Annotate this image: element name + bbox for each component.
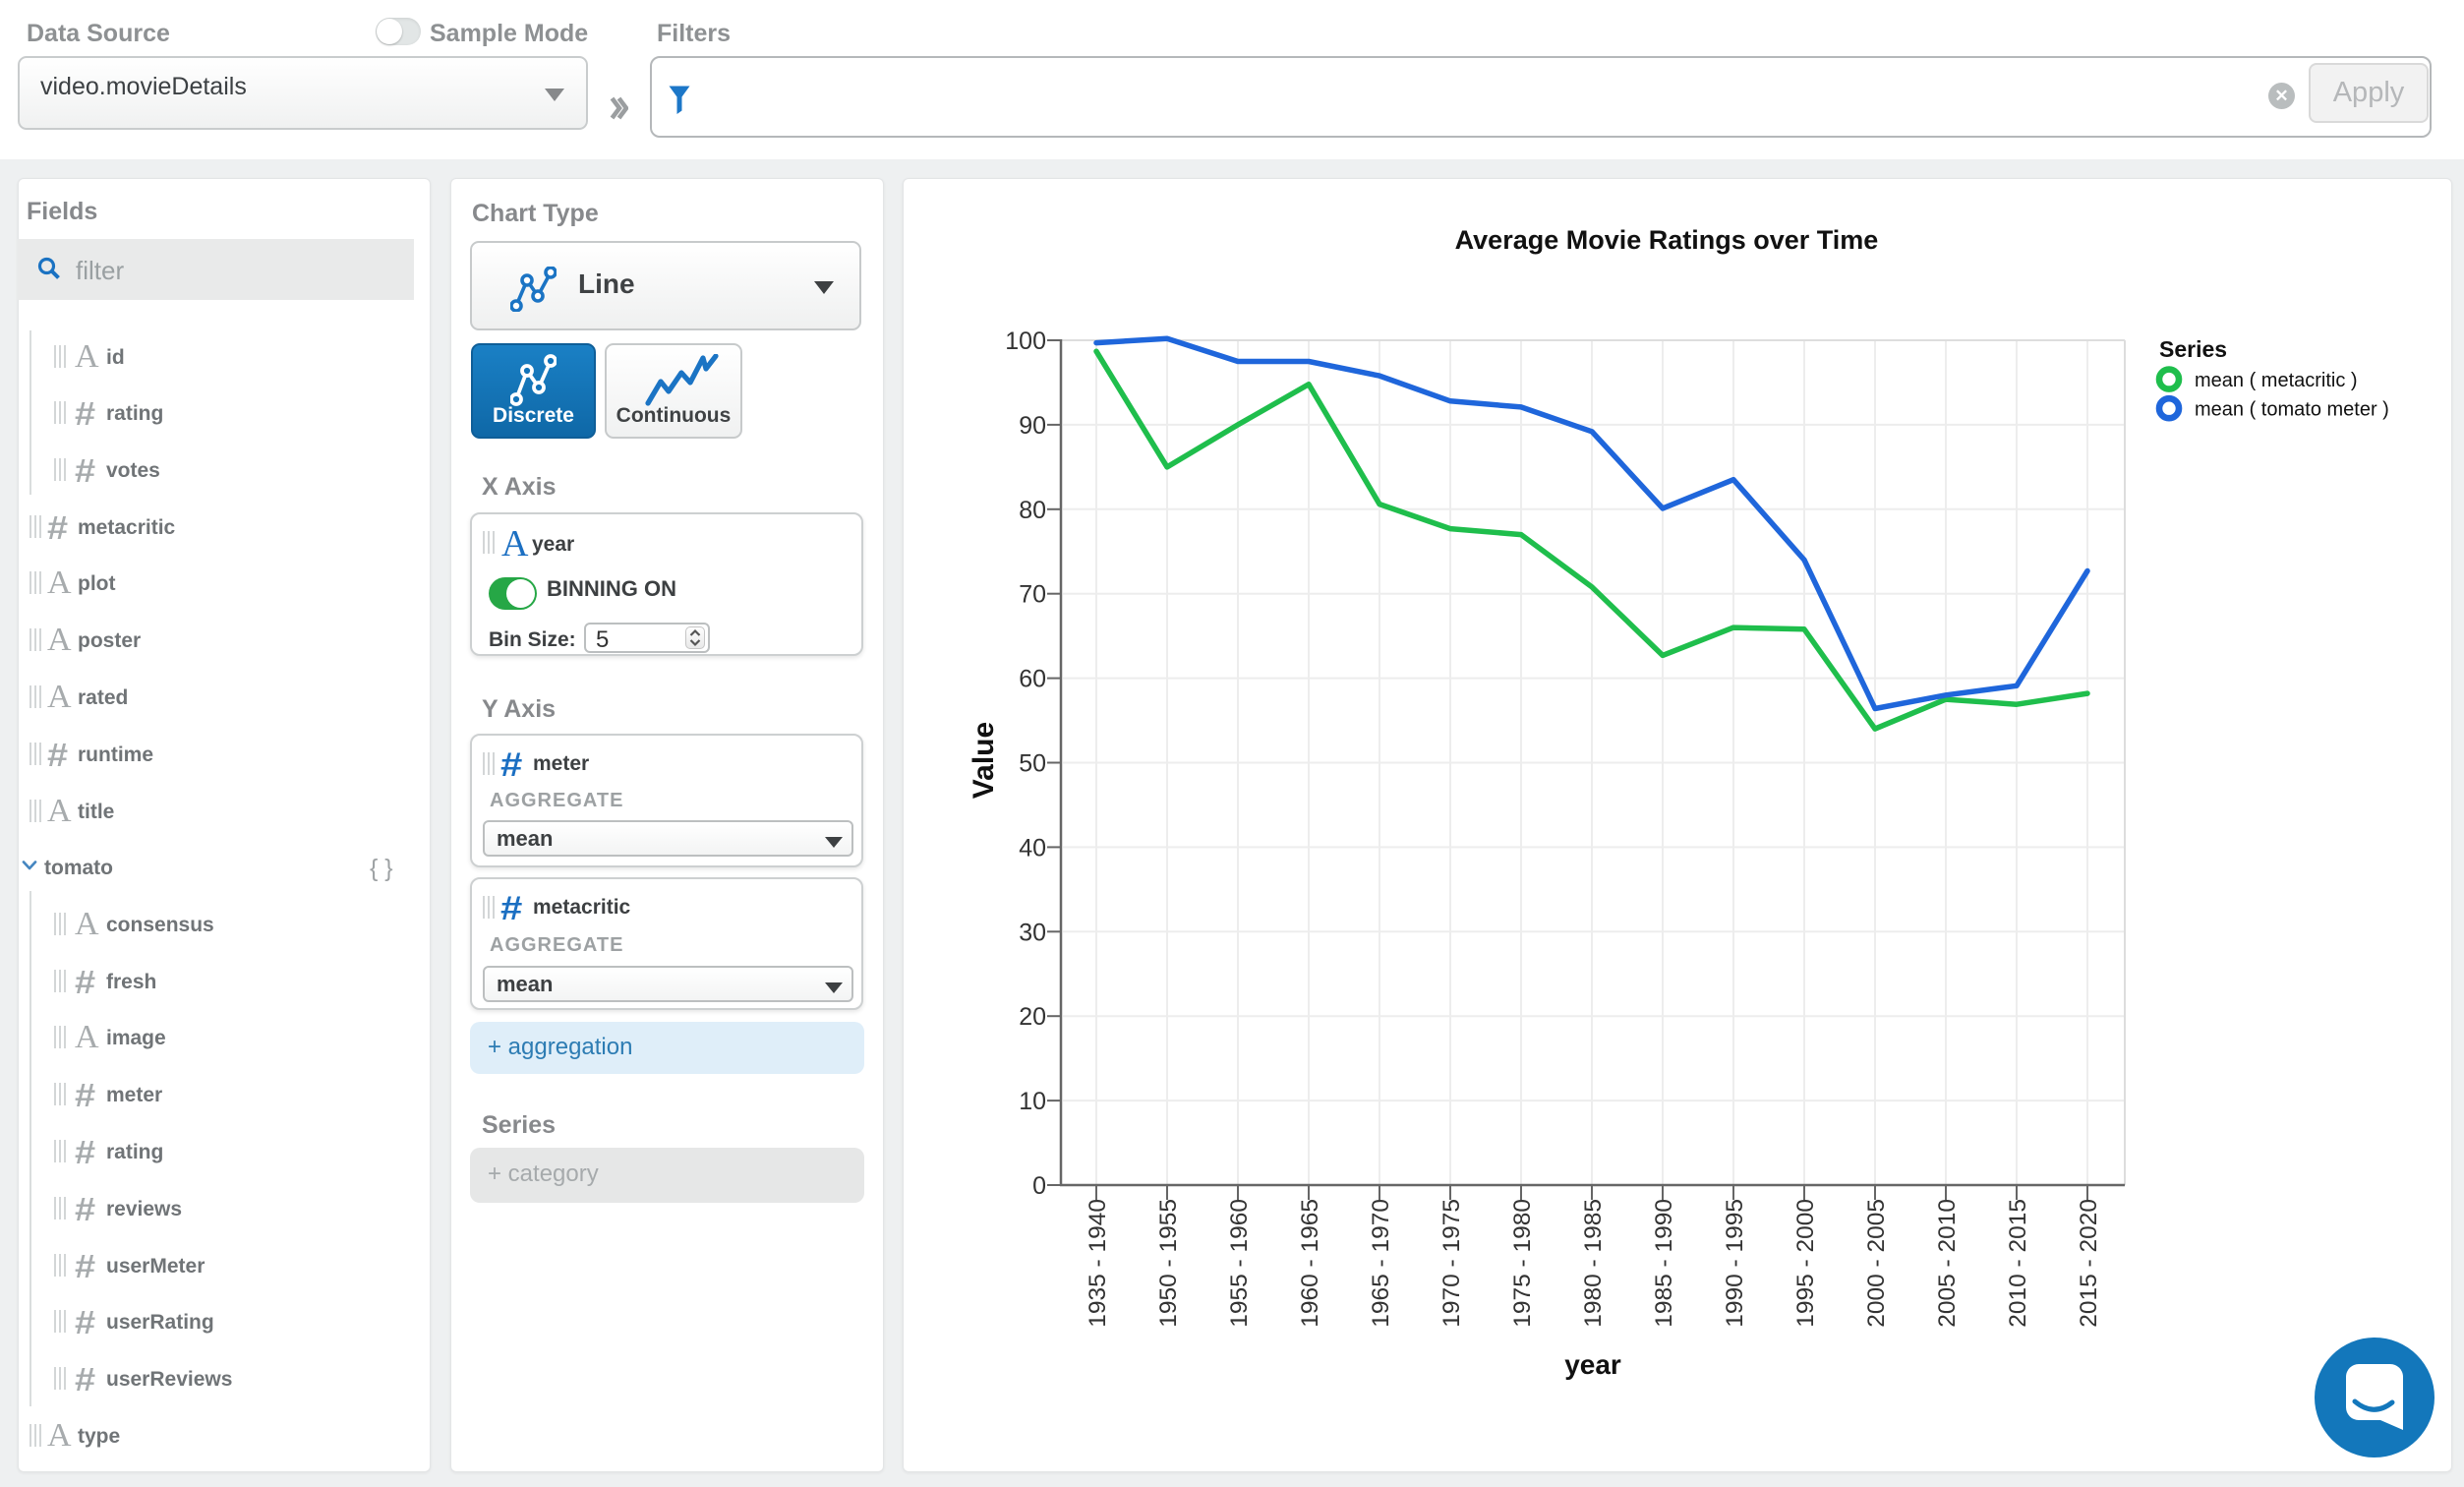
svg-text:90: 90 <box>1019 412 1046 440</box>
svg-text:40: 40 <box>1019 834 1046 862</box>
svg-text:1975 - 1980: 1975 - 1980 <box>1509 1199 1536 1328</box>
svg-text:1980 - 1985: 1980 - 1985 <box>1580 1199 1607 1328</box>
svg-text:80: 80 <box>1019 497 1046 524</box>
svg-text:70: 70 <box>1019 581 1046 609</box>
svg-text:1985 - 1990: 1985 - 1990 <box>1651 1199 1677 1328</box>
svg-text:1960 - 1965: 1960 - 1965 <box>1297 1199 1323 1328</box>
svg-text:Series: Series <box>2159 336 2227 362</box>
svg-text:30: 30 <box>1019 919 1046 946</box>
svg-text:2005 - 2010: 2005 - 2010 <box>1934 1199 1961 1328</box>
svg-text:60: 60 <box>1019 666 1046 693</box>
svg-text:20: 20 <box>1019 1003 1046 1031</box>
svg-text:2015 - 2020: 2015 - 2020 <box>2076 1199 2102 1328</box>
svg-text:1990 - 1995: 1990 - 1995 <box>1722 1199 1748 1328</box>
svg-text:mean ( tomato meter ): mean ( tomato meter ) <box>2195 399 2389 421</box>
svg-text:1935 - 1940: 1935 - 1940 <box>1085 1199 1111 1328</box>
svg-text:Value: Value <box>968 722 1000 799</box>
svg-text:100: 100 <box>1005 327 1046 355</box>
svg-text:1995 - 2000: 1995 - 2000 <box>1792 1199 1819 1328</box>
svg-text:1965 - 1970: 1965 - 1970 <box>1368 1199 1394 1328</box>
svg-text:year: year <box>1564 1349 1621 1380</box>
svg-text:Average Movie Ratings over Tim: Average Movie Ratings over Time <box>1455 225 1879 255</box>
svg-text:50: 50 <box>1019 750 1046 778</box>
svg-text:2000 - 2005: 2000 - 2005 <box>1863 1199 1890 1328</box>
svg-text:0: 0 <box>1032 1172 1046 1200</box>
svg-text:mean ( metacritic ): mean ( metacritic ) <box>2195 370 2358 391</box>
svg-text:2010 - 2015: 2010 - 2015 <box>2005 1199 2031 1328</box>
svg-text:1950 - 1955: 1950 - 1955 <box>1155 1199 1182 1328</box>
svg-text:10: 10 <box>1019 1088 1046 1115</box>
svg-text:1955 - 1960: 1955 - 1960 <box>1226 1199 1253 1328</box>
svg-text:1970 - 1975: 1970 - 1975 <box>1438 1199 1465 1328</box>
